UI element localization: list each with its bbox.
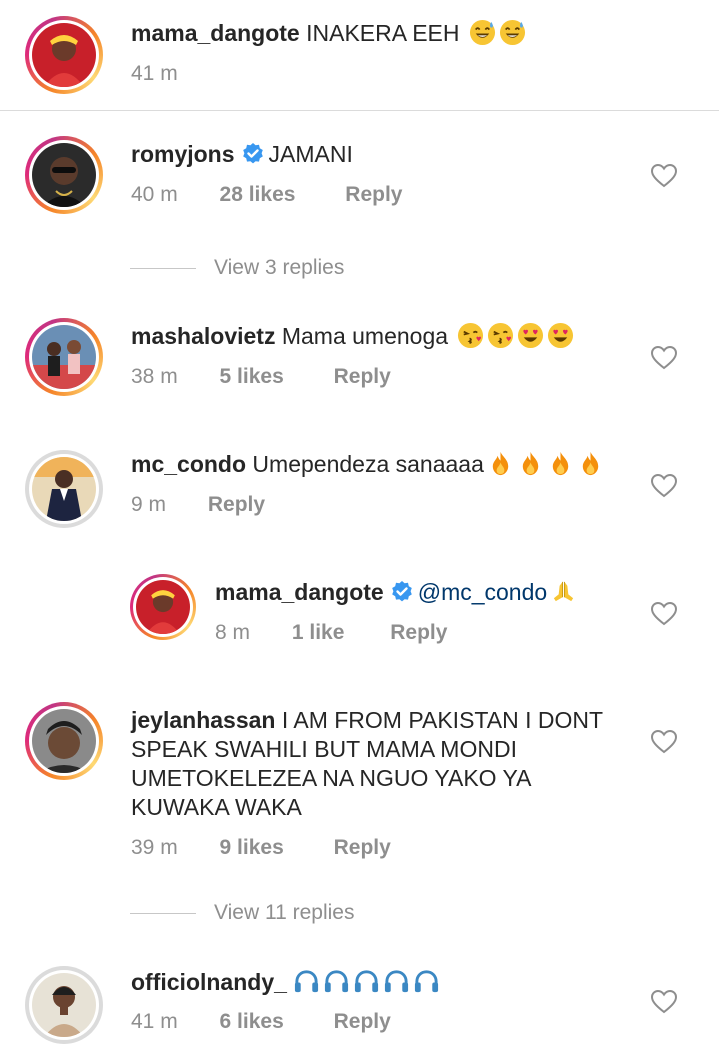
comment-body: Umependeza sanaaaa bbox=[252, 451, 484, 477]
comment-time: 8 m bbox=[215, 621, 251, 644]
reply-button[interactable]: Reply bbox=[334, 364, 391, 390]
username[interactable]: mama_dangote bbox=[215, 579, 384, 605]
heart-icon[interactable] bbox=[651, 602, 677, 626]
heart-icon[interactable] bbox=[651, 164, 677, 188]
pray-emoji-icon bbox=[550, 578, 577, 605]
kiss-emoji-icon bbox=[487, 322, 514, 349]
comment-body: Mama umenoga bbox=[281, 323, 449, 349]
comment-time: 40 m bbox=[131, 183, 178, 206]
comment-meta: 41 m bbox=[131, 61, 178, 87]
heart-eyes-emoji-icon bbox=[517, 322, 544, 349]
fire-emoji-icon bbox=[577, 450, 604, 477]
comment-text: mama_dangote INAKERA EEH bbox=[131, 19, 526, 48]
comment-meta: 41 m 6 likes Reply bbox=[131, 1009, 391, 1035]
comment-time: 41 m bbox=[131, 1010, 178, 1033]
heart-icon[interactable] bbox=[651, 474, 677, 498]
comment-meta: 8 m 1 like Reply bbox=[215, 620, 447, 646]
divider bbox=[0, 110, 719, 111]
view-replies-label: View 3 replies bbox=[214, 256, 345, 279]
likes-count[interactable]: 28 likes bbox=[220, 182, 296, 208]
heart-icon[interactable] bbox=[651, 346, 677, 370]
comment-meta: 40 m 28 likes Reply bbox=[131, 182, 402, 208]
comment-meta: 9 m Reply bbox=[131, 492, 265, 518]
headphones-emoji-icon bbox=[383, 968, 410, 995]
comment-time: 41 m bbox=[131, 62, 178, 85]
comment-text: mc_condo Umependeza sanaaaa bbox=[131, 450, 604, 479]
comment-meta: 39 m 9 likes Reply bbox=[131, 835, 391, 861]
replies-divider-line bbox=[130, 912, 196, 914]
username[interactable]: mashalovietz bbox=[131, 323, 275, 349]
comment-text: mashalovietz Mama umenoga bbox=[131, 322, 574, 351]
heart-icon[interactable] bbox=[651, 990, 677, 1014]
heart-icon[interactable] bbox=[651, 730, 677, 754]
headphones-emoji-icon bbox=[353, 968, 380, 995]
reply-button[interactable]: Reply bbox=[345, 182, 402, 208]
comment-body: INAKERA EEH bbox=[306, 20, 460, 46]
view-replies-button[interactable]: View 11 replies bbox=[130, 901, 354, 925]
comment-text: mama_dangote @mc_condo bbox=[215, 578, 577, 607]
avatar[interactable] bbox=[25, 136, 103, 214]
likes-count[interactable]: 1 like bbox=[292, 620, 345, 646]
comment-text: officiolnandy_ bbox=[131, 968, 440, 997]
reply-button[interactable]: Reply bbox=[208, 492, 265, 518]
headphones-emoji-icon bbox=[293, 968, 320, 995]
likes-count[interactable]: 5 likes bbox=[220, 364, 284, 390]
headphones-emoji-icon bbox=[413, 968, 440, 995]
comment-time: 9 m bbox=[131, 493, 167, 516]
comment-time: 38 m bbox=[131, 365, 178, 388]
headphones-emoji-icon bbox=[323, 968, 350, 995]
mention-link[interactable]: @mc_condo bbox=[418, 579, 547, 605]
likes-count[interactable]: 9 likes bbox=[220, 835, 284, 861]
comment-meta: 38 m 5 likes Reply bbox=[131, 364, 391, 390]
reply-button[interactable]: Reply bbox=[390, 620, 447, 646]
view-replies-label: View 11 replies bbox=[214, 901, 355, 924]
heart-eyes-emoji-icon bbox=[547, 322, 574, 349]
avatar[interactable] bbox=[25, 318, 103, 396]
fire-emoji-icon bbox=[517, 450, 544, 477]
avatar[interactable] bbox=[25, 450, 103, 528]
username[interactable]: officiolnandy_ bbox=[131, 969, 287, 995]
kiss-emoji-icon bbox=[457, 322, 484, 349]
username[interactable]: romyjons bbox=[131, 141, 235, 167]
comment-body: JAMANI bbox=[268, 141, 353, 167]
avatar[interactable] bbox=[25, 16, 103, 94]
comment-time: 39 m bbox=[131, 836, 178, 859]
avatar[interactable] bbox=[130, 574, 196, 640]
verified-badge-icon bbox=[241, 142, 265, 166]
reply-button[interactable]: Reply bbox=[334, 835, 391, 861]
username[interactable]: jeylanhassan bbox=[131, 707, 275, 733]
comment-text: romyjons JAMANI bbox=[131, 140, 353, 169]
username[interactable]: mc_condo bbox=[131, 451, 246, 477]
sweat-smile-emoji-icon bbox=[499, 19, 526, 46]
fire-emoji-icon bbox=[487, 450, 514, 477]
avatar[interactable] bbox=[25, 966, 103, 1044]
replies-divider-line bbox=[130, 267, 196, 269]
avatar[interactable] bbox=[25, 702, 103, 780]
comment-text: jeylanhassan I AM FROM PAKISTAN I DONT S… bbox=[131, 706, 631, 822]
username[interactable]: mama_dangote bbox=[131, 20, 300, 46]
verified-badge-icon bbox=[390, 580, 414, 604]
reply-button[interactable]: Reply bbox=[334, 1009, 391, 1035]
fire-emoji-icon bbox=[547, 450, 574, 477]
view-replies-button[interactable]: View 3 replies bbox=[130, 256, 344, 280]
sweat-smile-emoji-icon bbox=[469, 19, 496, 46]
likes-count[interactable]: 6 likes bbox=[220, 1009, 284, 1035]
